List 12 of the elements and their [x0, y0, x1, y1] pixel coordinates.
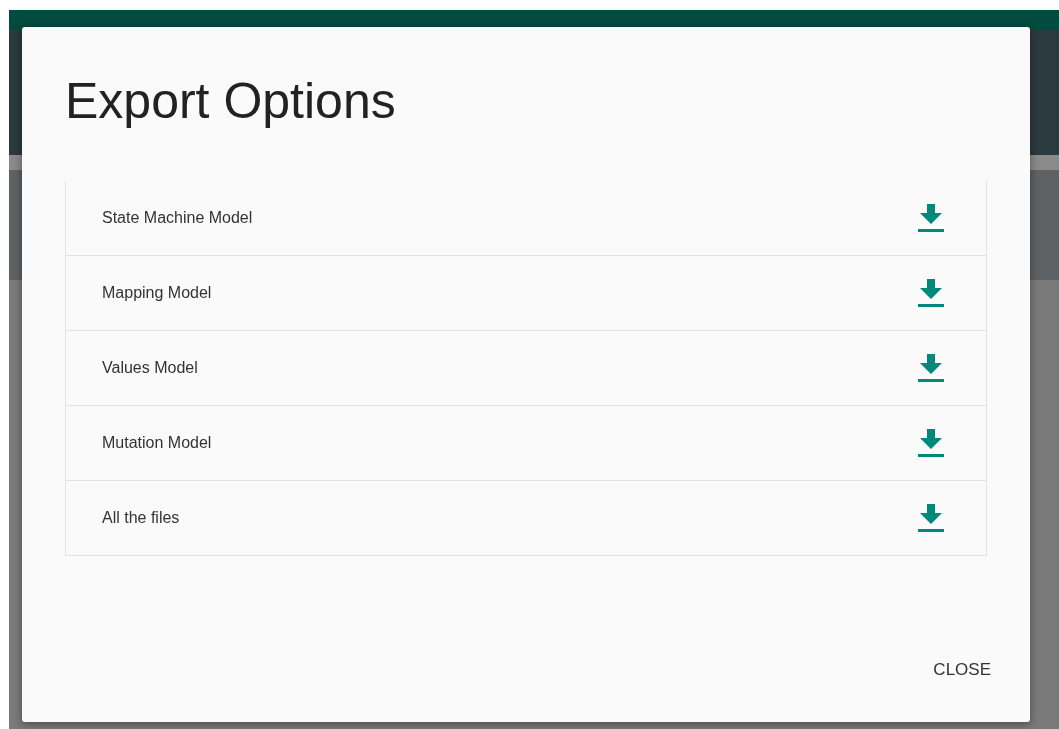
close-button[interactable]: CLOSE	[923, 654, 1001, 686]
export-item-label: Values Model	[102, 359, 198, 377]
export-item-label: All the files	[102, 509, 180, 527]
download-icon[interactable]	[918, 353, 944, 383]
download-icon[interactable]	[918, 503, 944, 533]
export-item-label: State Machine Model	[102, 209, 253, 227]
dialog-title: Export Options	[65, 72, 397, 131]
export-item-label: Mapping Model	[102, 284, 212, 302]
download-icon[interactable]	[918, 428, 944, 458]
export-item-label: Mutation Model	[102, 434, 212, 452]
download-icon[interactable]	[918, 203, 944, 233]
download-icon[interactable]	[918, 278, 944, 308]
